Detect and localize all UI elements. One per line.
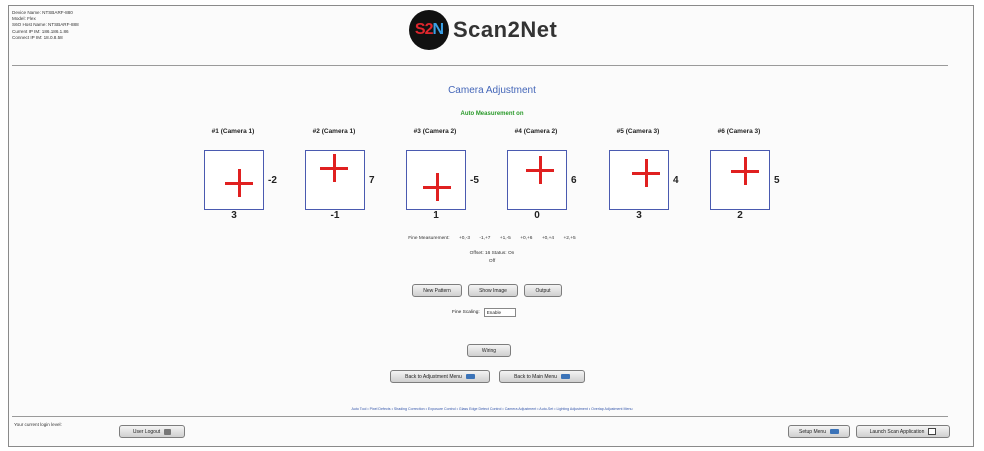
back-to-adjustment-menu-button[interactable]: Back to Adjustment Menu — [390, 370, 490, 383]
arrow-right-icon — [829, 429, 839, 434]
camera-bottom-value: 0 — [534, 210, 540, 221]
camera-panel-3: #3 (Camera 2) -5 1 — [402, 128, 492, 221]
login-level-message: Your current login level: — [14, 422, 62, 427]
new-pattern-button[interactable]: New Pattern — [412, 284, 462, 297]
camera-side-value: 5 — [774, 175, 780, 186]
camera-bottom-value: -1 — [330, 210, 340, 221]
user-logout-label: User Logout — [132, 428, 161, 435]
camera-side-value: -2 — [268, 175, 277, 186]
back-to-main-label: Back to Main Menu — [514, 373, 557, 380]
camera-panel-4: #4 (Camera 2) 6 0 — [503, 128, 593, 221]
header-divider — [12, 65, 948, 66]
fine-measurement-label: Fine Measurement: — [408, 236, 450, 241]
fine-scaling-label: Fine Scaling: — [452, 310, 480, 315]
page-title: Camera Adjustment — [448, 85, 536, 96]
fine-measurement-value: +2,+5 — [563, 236, 576, 241]
wiring-label: Wiring — [481, 347, 497, 354]
camera-target-box[interactable] — [507, 150, 567, 210]
camera-side-value: 7 — [369, 175, 375, 186]
output-label: Output — [535, 287, 551, 294]
new-pattern-label: New Pattern — [423, 287, 451, 294]
setup-menu-label: Setup Menu — [799, 428, 826, 435]
device-info-line: Connect IP IM: 18.0.8.58 — [12, 34, 63, 40]
wiring-button[interactable]: Wiring — [467, 344, 511, 357]
output-button[interactable]: Output — [524, 284, 562, 297]
camera-target-box[interactable] — [406, 150, 466, 210]
camera-label: #1 (Camera 1) — [211, 128, 255, 135]
show-image-button[interactable]: Show Image — [468, 284, 518, 297]
show-image-label: Show Image — [479, 287, 507, 294]
window-icon — [928, 428, 937, 435]
scan2net-logo: S2 N Scan2Net — [409, 10, 557, 50]
device-info-line: S6O Host Name: NTSBARF-888 — [12, 22, 79, 28]
camera-panel-1: #1 (Camera 1) -2 3 — [200, 128, 290, 221]
fine-measurement-value: -1,+7 — [479, 236, 491, 241]
launch-scan-label: Launch Scan Application — [869, 428, 925, 435]
camera-target-box[interactable] — [204, 150, 264, 210]
lock-icon — [164, 428, 172, 435]
arrow-right-icon — [560, 374, 570, 379]
crosshair-icon — [320, 154, 348, 182]
camera-panel-2: #2 (Camera 1) 7 -1 — [301, 128, 391, 221]
fine-measurement-value: +0,-3 — [458, 236, 471, 241]
camera-target-box[interactable] — [609, 150, 669, 210]
fine-scaling-value: Enable — [486, 310, 502, 315]
crosshair-icon — [526, 156, 554, 184]
fine-scaling-control: Fine Scaling: Enable — [452, 308, 516, 317]
camera-panel-6: #6 (Camera 3) 5 2 — [706, 128, 796, 221]
camera-side-value: 4 — [673, 175, 679, 186]
logo-mark-right: N — [432, 21, 445, 38]
camera-side-value: -5 — [470, 175, 479, 186]
logo-text: Scan2Net — [453, 17, 558, 42]
crosshair-icon — [731, 157, 759, 185]
footer-divider — [12, 416, 948, 417]
offset-status-line: Offset: 16 Status: On — [469, 251, 515, 256]
logo-mark-left: S2 — [414, 21, 434, 38]
camera-side-value: 6 — [571, 175, 577, 186]
camera-label: #2 (Camera 1) — [312, 128, 356, 135]
setup-menu-button[interactable]: Setup Menu — [788, 425, 850, 438]
camera-bottom-value: 3 — [231, 210, 237, 221]
device-info-line: Current IP IM: 186.186.1.86 — [12, 28, 69, 34]
fine-scaling-select[interactable]: Enable — [483, 308, 516, 317]
launch-scan-application-button[interactable]: Launch Scan Application — [856, 425, 950, 438]
camera-bottom-value: 3 — [636, 210, 642, 221]
device-info-panel: Device Name: NTSBARF-880 Model: Flex S6O… — [12, 10, 79, 41]
off-label: Off — [488, 259, 496, 264]
camera-bottom-value: 2 — [737, 210, 743, 221]
logo-mark-icon: S2 N — [409, 10, 449, 50]
camera-panel-5: #5 (Camera 3) 4 3 — [605, 128, 695, 221]
crosshair-icon — [225, 169, 253, 197]
camera-target-box[interactable] — [710, 150, 770, 210]
camera-label: #3 (Camera 2) — [413, 128, 457, 135]
fine-measurement-value: +1,-5 — [499, 236, 511, 241]
crosshair-icon — [632, 159, 660, 187]
back-to-main-menu-button[interactable]: Back to Main Menu — [499, 370, 585, 383]
crosshair-icon — [423, 173, 451, 201]
page-frame — [8, 5, 974, 447]
auto-measurement-status: Auto Measurement on — [460, 111, 524, 117]
back-to-adjustment-label: Back to Adjustment Menu — [405, 373, 462, 380]
fine-measurement-value: +0,+6 — [520, 236, 533, 241]
camera-label: #6 (Camera 3) — [717, 128, 761, 135]
navigation-links[interactable]: Auto Tool • Pixel Defects • Shading Corr… — [0, 407, 984, 411]
fine-measurement-value: +0,+4 — [541, 236, 555, 241]
fine-measurement-line: Fine Measurement: +0,-3 -1,+7 +1,-5 +0,+… — [0, 236, 984, 241]
camera-bottom-value: 1 — [433, 210, 439, 221]
user-logout-button[interactable]: User Logout — [119, 425, 185, 438]
camera-label: #4 (Camera 2) — [514, 128, 558, 135]
camera-label: #5 (Camera 3) — [616, 128, 660, 135]
camera-target-box[interactable] — [305, 150, 365, 210]
arrow-right-icon — [465, 374, 475, 379]
